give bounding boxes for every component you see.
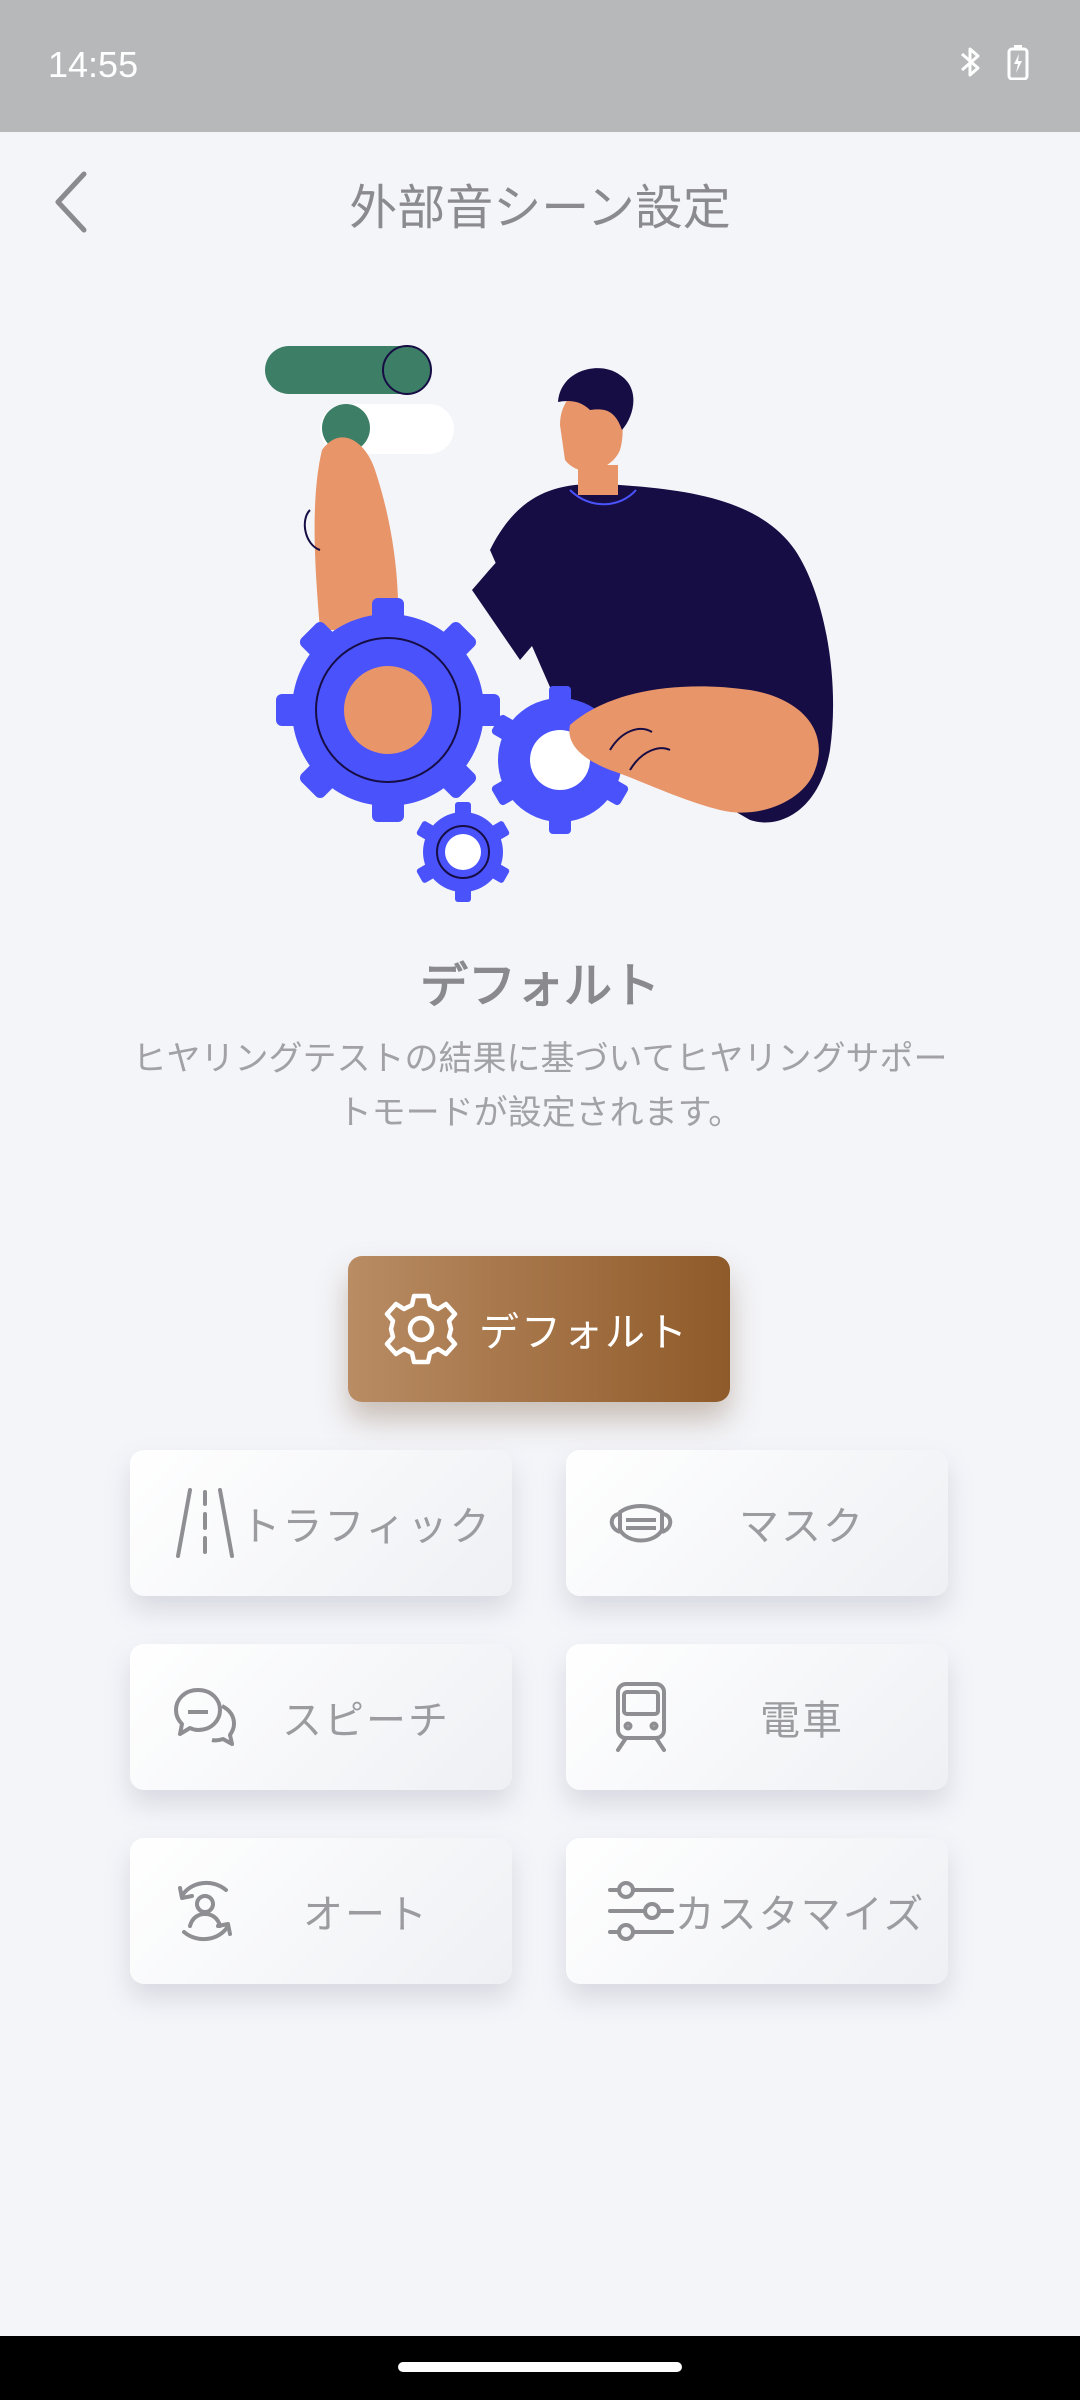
auto-rotate-person-icon bbox=[168, 1874, 242, 1948]
road-icon bbox=[168, 1486, 242, 1560]
home-indicator[interactable] bbox=[398, 2362, 682, 2372]
scene-description: ヒヤリングテストの結果に基づいてヒヤリングサポートモードが設定されます。 bbox=[132, 1039, 948, 1133]
mode-button-customize[interactable]: カスタマイズ bbox=[566, 1838, 948, 1984]
settings-illustration bbox=[260, 330, 850, 910]
status-bar: 14:55 bbox=[0, 0, 1080, 132]
status-time: 14:55 bbox=[48, 44, 139, 85]
system-nav-bar bbox=[0, 2336, 1080, 2400]
mode-button-default[interactable]: デフォルト bbox=[348, 1256, 730, 1402]
bluetooth-icon bbox=[956, 44, 984, 84]
mode-label-mask: マスク bbox=[739, 1504, 865, 1550]
mode-label-train: 電車 bbox=[760, 1698, 844, 1744]
mask-icon bbox=[604, 1486, 678, 1560]
train-icon bbox=[604, 1680, 678, 1754]
mode-label-speech: スピーチ bbox=[282, 1698, 450, 1744]
mode-button-auto[interactable]: オート bbox=[130, 1838, 512, 1984]
mode-label-auto: オート bbox=[303, 1892, 429, 1938]
mode-label-traffic: トラフィック bbox=[240, 1504, 492, 1550]
mode-button-speech[interactable]: スピーチ bbox=[130, 1644, 512, 1790]
gear-icon bbox=[384, 1292, 458, 1366]
page-title: 外部音シーン設定 bbox=[349, 180, 731, 236]
scene-title: デフォルト bbox=[419, 958, 660, 1014]
mode-button-mask[interactable]: マスク bbox=[566, 1450, 948, 1596]
app-header: 外部音シーン設定 bbox=[0, 132, 1080, 272]
mode-label-default: デフォルト bbox=[479, 1310, 689, 1356]
status-icons bbox=[956, 44, 1030, 84]
battery-charging-icon bbox=[1006, 44, 1030, 84]
mode-button-train[interactable]: 電車 bbox=[566, 1644, 948, 1790]
chat-bubbles-icon bbox=[168, 1680, 242, 1754]
mode-button-traffic[interactable]: トラフィック bbox=[130, 1450, 512, 1596]
mode-label-customize: カスタマイズ bbox=[674, 1892, 926, 1938]
